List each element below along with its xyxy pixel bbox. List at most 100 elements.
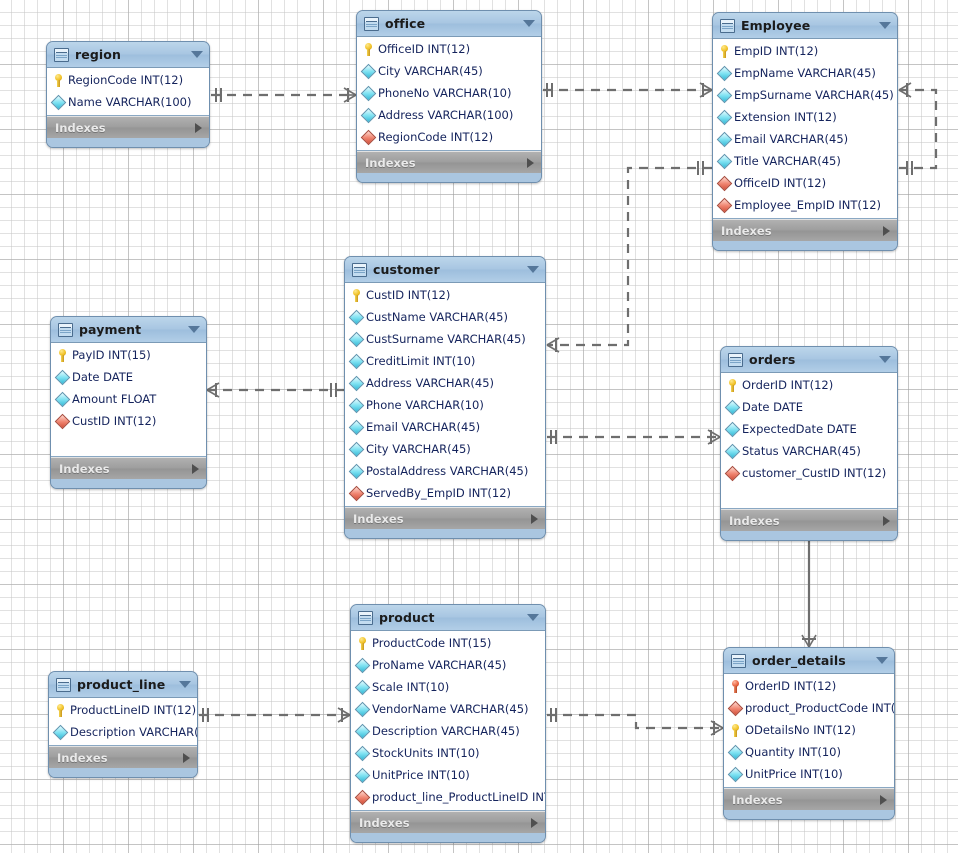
- table-product[interactable]: product ProductCode INT(15) ProName VARCHA…: [350, 604, 546, 843]
- indexes-section-order_details[interactable]: Indexes: [724, 788, 894, 810]
- table-Employee[interactable]: Employee EmpID INT(12) EmpName VARCHAR(45)…: [712, 12, 898, 251]
- indexes-section-Employee[interactable]: Indexes: [713, 219, 897, 241]
- column-row[interactable]: Description VARCHAR(45): [49, 721, 197, 743]
- chevron-right-icon[interactable]: [531, 817, 538, 828]
- relationship-region-office[interactable]: [211, 87, 357, 103]
- column-row[interactable]: Status VARCHAR(45): [721, 440, 897, 462]
- column-row[interactable]: Extension INT(12): [713, 106, 897, 128]
- column-row[interactable]: RegionCode INT(12): [357, 126, 541, 148]
- chevron-right-icon[interactable]: [195, 122, 202, 133]
- column-row[interactable]: product_line_ProductLineID INT(12): [351, 786, 545, 808]
- column-row[interactable]: Email VARCHAR(45): [713, 128, 897, 150]
- chevron-down-icon[interactable]: [876, 657, 888, 664]
- table-header-region[interactable]: region: [47, 42, 209, 68]
- column-row[interactable]: OfficeID INT(12): [357, 38, 541, 60]
- column-row[interactable]: PostalAddress VARCHAR(45): [345, 460, 545, 482]
- column-row[interactable]: EmpName VARCHAR(45): [713, 62, 897, 84]
- table-customer[interactable]: customer CustID INT(12) CustName VARCHAR(4…: [344, 256, 546, 539]
- column-row[interactable]: Quantity INT(10): [724, 741, 894, 763]
- column-row[interactable]: CustID INT(12): [345, 284, 545, 306]
- column-row[interactable]: EmpSurname VARCHAR(45): [713, 84, 897, 106]
- chevron-down-icon[interactable]: [179, 681, 191, 688]
- column-row[interactable]: Scale INT(10): [351, 676, 545, 698]
- column-row[interactable]: CustID INT(12): [51, 410, 206, 432]
- table-order_details[interactable]: order_details OrderID INT(12) product_Prod…: [723, 647, 895, 820]
- column-row[interactable]: CustName VARCHAR(45): [345, 306, 545, 328]
- column-row[interactable]: City VARCHAR(45): [345, 438, 545, 460]
- column-row[interactable]: StockUnits INT(10): [351, 742, 545, 764]
- table-header-payment[interactable]: payment: [51, 317, 206, 343]
- chevron-right-icon[interactable]: [883, 225, 890, 236]
- chevron-right-icon[interactable]: [880, 794, 887, 805]
- relationship-orders-order-details[interactable]: [801, 531, 817, 648]
- chevron-right-icon[interactable]: [183, 752, 190, 763]
- column-row[interactable]: City VARCHAR(45): [357, 60, 541, 82]
- relationship-employee-customer[interactable]: [546, 161, 712, 353]
- table-region[interactable]: region RegionCode INT(12) Name VARCHAR(100…: [46, 41, 210, 148]
- column-row[interactable]: Title VARCHAR(45): [713, 150, 897, 172]
- column-row[interactable]: PayID INT(15): [51, 344, 206, 366]
- column-row[interactable]: Date DATE: [51, 366, 206, 388]
- eer-diagram-canvas[interactable]: region RegionCode INT(12) Name VARCHAR(100…: [0, 0, 958, 853]
- column-row[interactable]: RegionCode INT(12): [47, 69, 209, 91]
- table-office[interactable]: office OfficeID INT(12) City VARCHAR(45) Ph…: [356, 10, 542, 183]
- column-row[interactable]: product_ProductCode INT(15): [724, 697, 894, 719]
- relationship-customer-payment[interactable]: [206, 382, 344, 398]
- relationship-office-employee[interactable]: [543, 82, 713, 98]
- chevron-right-icon[interactable]: [527, 157, 534, 168]
- chevron-down-icon[interactable]: [523, 20, 535, 27]
- column-row[interactable]: Date DATE: [721, 396, 897, 418]
- table-header-order_details[interactable]: order_details: [724, 648, 894, 674]
- indexes-section-payment[interactable]: Indexes: [51, 457, 206, 479]
- chevron-right-icon[interactable]: [883, 515, 890, 526]
- indexes-section-office[interactable]: Indexes: [357, 151, 541, 173]
- table-header-product_line[interactable]: product_line: [49, 672, 197, 698]
- relationship-product-line-product[interactable]: [199, 707, 351, 723]
- indexes-section-region[interactable]: Indexes: [47, 116, 209, 138]
- column-row[interactable]: UnitPrice INT(10): [724, 763, 894, 785]
- indexes-section-product[interactable]: Indexes: [351, 811, 545, 833]
- indexes-section-customer[interactable]: Indexes: [345, 507, 545, 529]
- column-row[interactable]: CustSurname VARCHAR(45): [345, 328, 545, 350]
- table-header-Employee[interactable]: Employee: [713, 13, 897, 39]
- table-header-customer[interactable]: customer: [345, 257, 545, 283]
- table-payment[interactable]: payment PayID INT(15) Date DATE Amount FLOA…: [50, 316, 207, 489]
- column-row[interactable]: Amount FLOAT: [51, 388, 206, 410]
- relationship-product-order-details[interactable]: [547, 708, 724, 736]
- chevron-down-icon[interactable]: [879, 356, 891, 363]
- column-row[interactable]: Employee_EmpID INT(12): [713, 194, 897, 216]
- column-row[interactable]: OrderID INT(12): [721, 374, 897, 396]
- indexes-section-product_line[interactable]: Indexes: [49, 746, 197, 768]
- column-row[interactable]: PhoneNo VARCHAR(10): [357, 82, 541, 104]
- chevron-right-icon[interactable]: [531, 513, 538, 524]
- column-row[interactable]: UnitPrice INT(10): [351, 764, 545, 786]
- column-row[interactable]: Phone VARCHAR(10): [345, 394, 545, 416]
- chevron-down-icon[interactable]: [879, 22, 891, 29]
- column-row[interactable]: ODetailsNo INT(12): [724, 719, 894, 741]
- column-row[interactable]: Name VARCHAR(100): [47, 91, 209, 113]
- column-row[interactable]: ProductCode INT(15): [351, 632, 545, 654]
- chevron-down-icon[interactable]: [527, 266, 539, 273]
- column-row[interactable]: OfficeID INT(12): [713, 172, 897, 194]
- relationship-customer-orders[interactable]: [547, 429, 721, 445]
- column-row[interactable]: Description VARCHAR(45): [351, 720, 545, 742]
- table-header-orders[interactable]: orders: [721, 347, 897, 373]
- column-row[interactable]: ProName VARCHAR(45): [351, 654, 545, 676]
- column-row[interactable]: CreditLimit INT(10): [345, 350, 545, 372]
- chevron-down-icon[interactable]: [527, 614, 539, 621]
- column-row[interactable]: ServedBy_EmpID INT(12): [345, 482, 545, 504]
- chevron-down-icon[interactable]: [191, 51, 203, 58]
- table-header-product[interactable]: product: [351, 605, 545, 631]
- column-row[interactable]: customer_CustID INT(12): [721, 462, 897, 484]
- column-row[interactable]: OrderID INT(12): [724, 675, 894, 697]
- column-row[interactable]: VendorName VARCHAR(45): [351, 698, 545, 720]
- table-orders[interactable]: orders OrderID INT(12) Date DATE ExpectedDa…: [720, 346, 898, 541]
- chevron-right-icon[interactable]: [192, 463, 199, 474]
- chevron-down-icon[interactable]: [188, 326, 200, 333]
- indexes-section-orders[interactable]: Indexes: [721, 509, 897, 531]
- column-row[interactable]: Address VARCHAR(100): [357, 104, 541, 126]
- column-row[interactable]: Address VARCHAR(45): [345, 372, 545, 394]
- column-row[interactable]: EmpID INT(12): [713, 40, 897, 62]
- column-row[interactable]: ProductLineID INT(12): [49, 699, 197, 721]
- relationship-employee-employee[interactable]: [898, 82, 938, 175]
